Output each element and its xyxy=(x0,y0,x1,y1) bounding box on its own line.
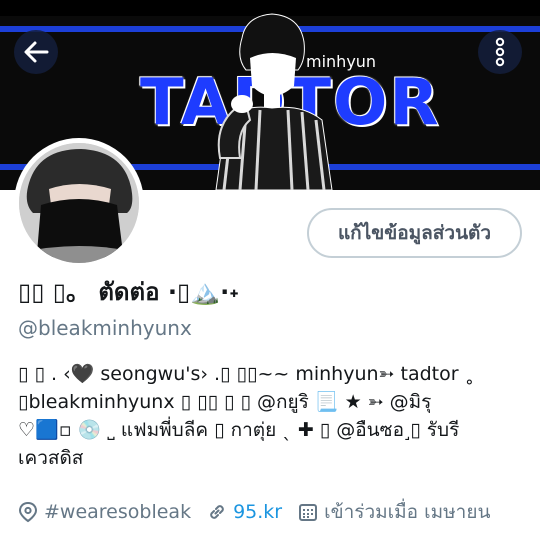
more-vertical-icon xyxy=(495,37,505,67)
location-pin-icon xyxy=(18,501,38,523)
website-link[interactable]: 95.kr xyxy=(233,501,282,523)
website-item[interactable]: 95.kr xyxy=(207,501,282,523)
banner-figure-illustration xyxy=(215,13,333,190)
bio-line: เควสดิส xyxy=(18,447,84,469)
more-options-button[interactable] xyxy=(478,30,522,74)
location-item: #wearesobleak xyxy=(18,501,191,523)
profile-meta-row: #wearesobleak 95.kr เข้าร่วมเมื่อ เมษายน xyxy=(18,497,506,527)
bio-line: ♡🟦▫ 💿 ˽ แฟมพี่บลีค ▯ กาตุ่ย ˎ ✚ ▯ @อืนซอ… xyxy=(18,419,460,441)
avatar-photo xyxy=(19,143,139,263)
link-icon xyxy=(210,505,224,519)
profile-avatar[interactable] xyxy=(14,138,144,268)
edit-profile-button[interactable]: แก้ไขข้อมูลส่วนตัว xyxy=(307,208,522,258)
joined-date-text: เข้าร่วมเมื่อ เมษายน xyxy=(324,501,491,523)
calendar-icon xyxy=(299,504,318,521)
profile-bio: ▯ ▯ . ‹🖤 seongwu's› .▯ ▯▯~~ minhyun➳ tad… xyxy=(18,360,528,472)
username-handle: @bleakminhyunx xyxy=(18,316,192,340)
bio-line: ▯bleakminhyunx ▯ ▯▯ ▯ ▯ @กยูริ 📃 ★ ➳ @มิ… xyxy=(18,391,432,413)
back-button[interactable] xyxy=(14,30,58,74)
location-text: #wearesobleak xyxy=(44,501,192,523)
arrow-left-icon xyxy=(24,41,49,63)
bio-line: ▯ ▯ . ‹🖤 seongwu's› .▯ ▯▯~~ minhyun➳ tad… xyxy=(18,363,475,385)
joined-item: เข้าร่วมเมื่อ เมษายน xyxy=(298,497,490,527)
display-name: ▯▯ ▯。 ตัดต่อ ·▯🏔️·˖ xyxy=(18,278,240,306)
